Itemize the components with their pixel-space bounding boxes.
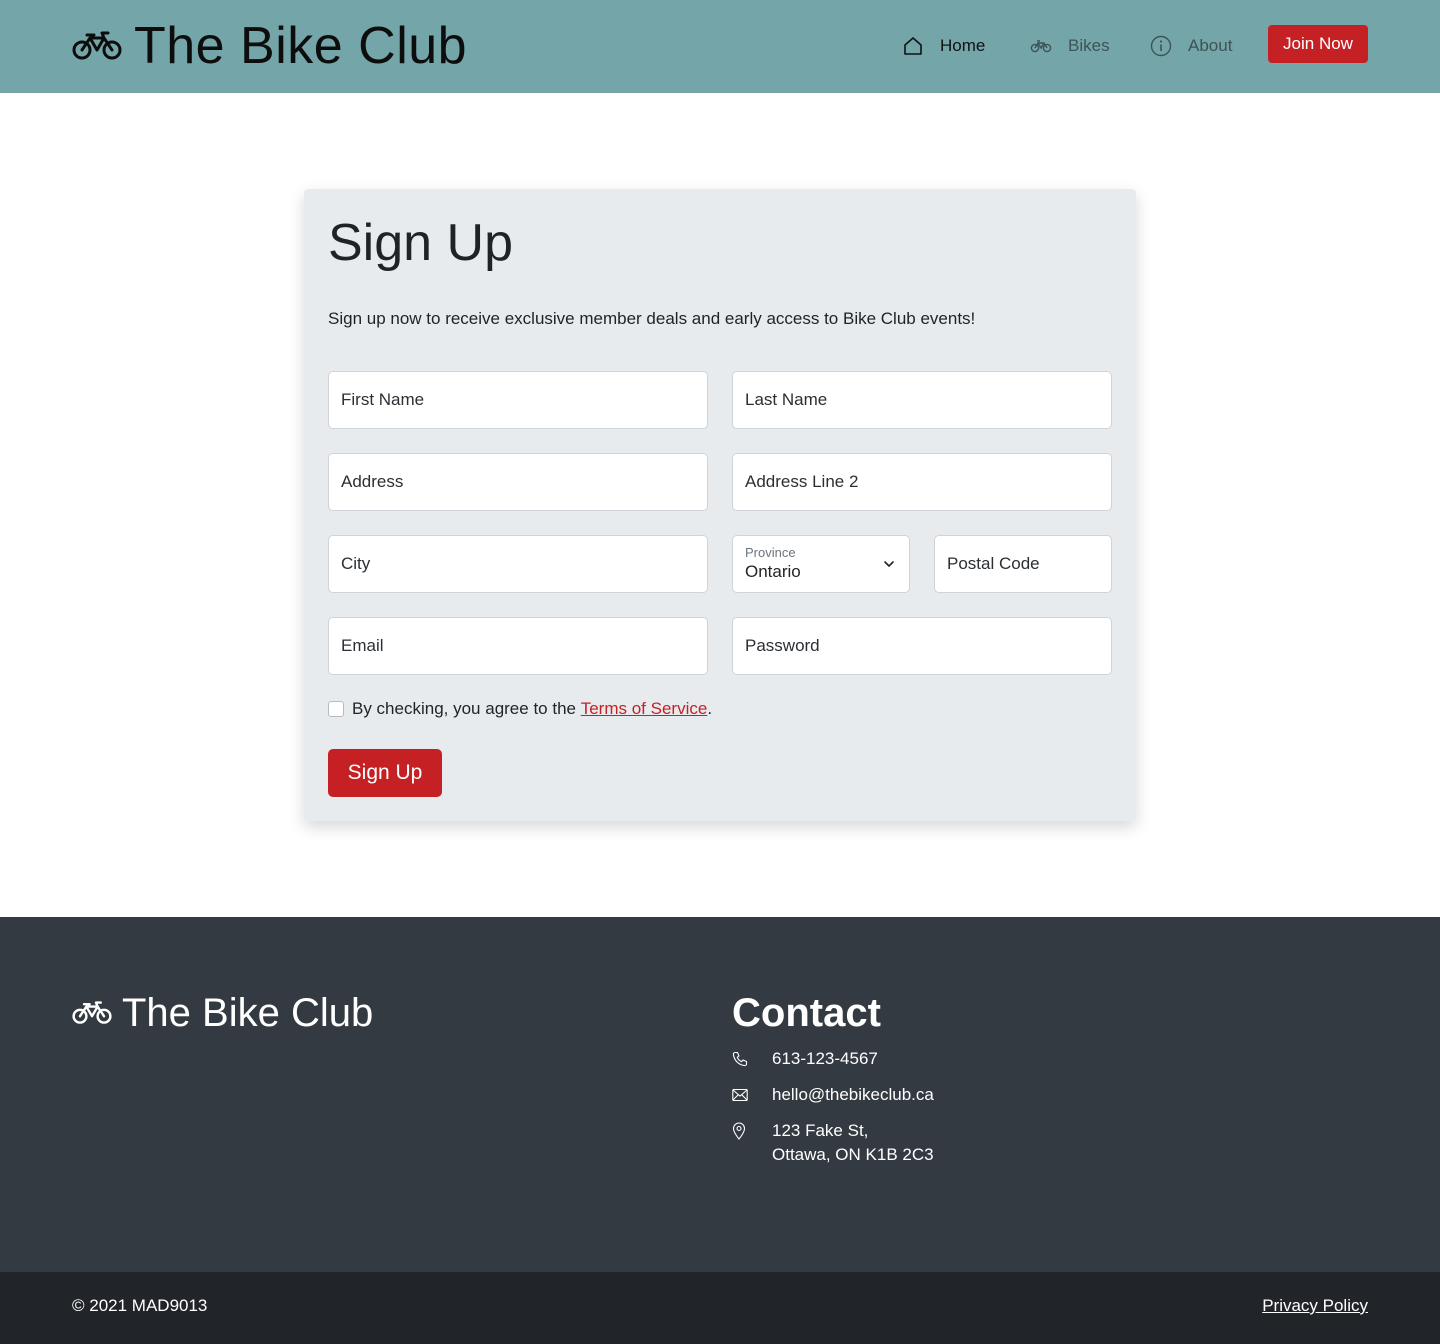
terms-row: By checking, you agree to the Terms of S…	[328, 699, 712, 719]
email-input[interactable]	[329, 618, 707, 674]
contact-phone: 613-123-4567	[732, 1047, 878, 1071]
sign-up-button[interactable]: Sign Up	[328, 749, 442, 797]
location-pin-icon	[732, 1122, 746, 1140]
last-name-field	[732, 371, 1112, 429]
first-name-field	[328, 371, 708, 429]
main-nav: Home Bikes About	[902, 30, 1268, 62]
page-title: Sign Up	[328, 214, 513, 272]
last-name-input[interactable]	[733, 372, 1111, 428]
terms-period: .	[707, 699, 713, 718]
terms-of-service-link[interactable]: Terms of Service	[581, 699, 708, 719]
bicycle-icon	[1030, 40, 1052, 53]
province-label: Province	[745, 545, 796, 560]
join-now-button[interactable]: Join Now	[1268, 25, 1368, 63]
chevron-down-icon	[884, 561, 894, 567]
city-input[interactable]	[329, 536, 707, 592]
envelope-icon	[732, 1088, 748, 1102]
address-line-1: 123 Fake St,	[772, 1121, 869, 1140]
nav-label-home: Home	[940, 36, 986, 55]
address-input[interactable]	[329, 454, 707, 510]
navbar: The Bike Club Home Bikes About Join Now	[0, 0, 1440, 93]
address-field	[328, 453, 708, 511]
city-field	[328, 535, 708, 593]
house-icon	[904, 37, 922, 55]
info-circle-icon	[1150, 35, 1172, 57]
address-line-2-field	[732, 453, 1112, 511]
copyright-text: © 2021 MAD9013	[72, 1296, 208, 1315]
nav-label-bikes: Bikes	[1068, 36, 1110, 55]
postal-code-input[interactable]	[935, 536, 1111, 592]
province-value: Ontario	[745, 562, 801, 581]
contact-heading: Contact	[732, 991, 881, 1035]
brand-link[interactable]: The Bike Club	[72, 14, 467, 78]
bicycle-icon	[72, 31, 122, 60]
contact-address: 123 Fake St, Ottawa, ON K1B 2C3	[732, 1119, 934, 1167]
contact-email: hello@thebikeclub.ca	[732, 1083, 934, 1107]
footer-brand-name: The Bike Club	[122, 991, 374, 1035]
contact-address-text: 123 Fake St, Ottawa, ON K1B 2C3	[772, 1119, 934, 1167]
nav-link-about[interactable]: About	[1150, 30, 1268, 62]
nav-link-bikes[interactable]: Bikes	[1030, 30, 1150, 62]
nav-label-about: About	[1188, 36, 1233, 55]
signup-description: Sign up now to receive exclusive member …	[328, 309, 976, 328]
brand-name: The Bike Club	[134, 17, 468, 75]
password-input[interactable]	[733, 618, 1111, 674]
terms-text: By checking, you agree to the	[352, 699, 576, 718]
footer-brand: The Bike Club	[72, 989, 373, 1037]
province-select[interactable]: Province Ontario	[732, 535, 910, 593]
signup-card: Sign Up Sign up now to receive exclusive…	[304, 189, 1136, 821]
password-field	[732, 617, 1112, 675]
bottom-bar: © 2021 MAD9013 Privacy Policy	[0, 1272, 1440, 1344]
privacy-policy-link[interactable]: Privacy Policy	[1262, 1296, 1368, 1316]
phone-icon	[732, 1051, 748, 1067]
contact-phone-text[interactable]: 613-123-4567	[772, 1047, 878, 1071]
address-line-2-input[interactable]	[733, 454, 1111, 510]
email-field	[328, 617, 708, 675]
footer: The Bike Club Contact 613-123-4567 hello…	[0, 917, 1440, 1272]
address-line-2: Ottawa, ON K1B 2C3	[772, 1145, 934, 1164]
nav-link-home[interactable]: Home	[902, 30, 1030, 62]
first-name-input[interactable]	[329, 372, 707, 428]
terms-checkbox[interactable]	[328, 701, 344, 717]
postal-code-field	[934, 535, 1112, 593]
bicycle-icon	[72, 1001, 112, 1024]
contact-email-text[interactable]: hello@thebikeclub.ca	[772, 1083, 934, 1107]
